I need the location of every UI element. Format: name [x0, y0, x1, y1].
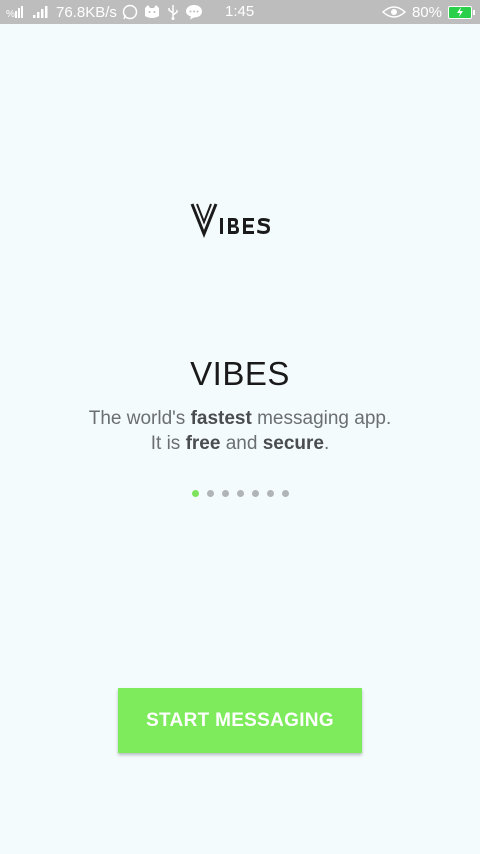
battery-charging-icon — [448, 5, 475, 19]
page-dot[interactable] — [221, 490, 229, 497]
page-indicator — [0, 490, 480, 497]
clock: 1:45 — [225, 3, 255, 20]
tagline-emphasis-fastest: fastest — [190, 408, 252, 429]
battery-percent: 80% — [411, 3, 442, 21]
sim-signal-icon: % — [6, 5, 28, 19]
tagline-text: and — [220, 433, 263, 454]
network-speed: 76.8KB/s — [56, 3, 117, 21]
svg-text:%: % — [6, 9, 15, 19]
chat-icon — [185, 4, 203, 20]
vibes-logo — [190, 200, 286, 240]
page-dot[interactable] — [206, 490, 214, 497]
status-bar: % 76.8KB/s 1:45 80% — [0, 0, 480, 24]
start-messaging-button[interactable]: START MESSAGING — [118, 688, 362, 753]
whatsapp-icon — [122, 4, 138, 20]
tagline-text: messaging app. — [251, 408, 392, 429]
tagline-line-2: It is free and secure. — [0, 433, 480, 455]
usb-icon — [166, 4, 180, 20]
page-dot[interactable] — [191, 490, 199, 497]
tagline-emphasis-secure: secure — [262, 433, 324, 454]
tagline-emphasis-free: free — [185, 433, 221, 454]
tagline-text: . — [323, 433, 330, 454]
page-dot[interactable] — [281, 490, 289, 497]
tagline-line-1: The world's fastest messaging app. — [0, 408, 480, 430]
tagline-text: The world's — [88, 408, 191, 429]
page-dot[interactable] — [236, 490, 244, 497]
page-title: VIBES — [190, 355, 290, 392]
tagline-text: It is — [150, 433, 186, 454]
page-dot[interactable] — [251, 490, 259, 497]
eye-icon — [381, 5, 406, 19]
signal-bars-icon — [33, 5, 51, 19]
page-dot[interactable] — [266, 490, 274, 497]
cat-icon — [143, 4, 161, 20]
